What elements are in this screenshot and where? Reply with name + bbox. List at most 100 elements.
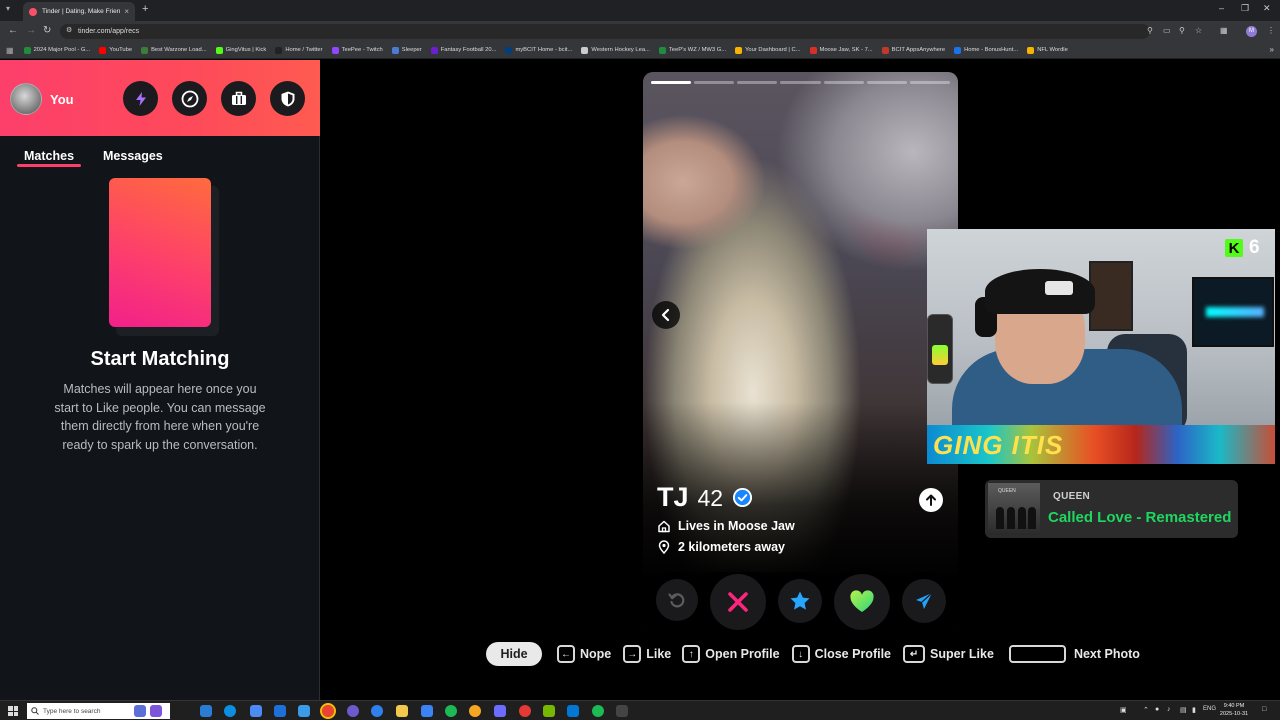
battery-icon[interactable]: ▮ (1192, 706, 1196, 714)
photo-progress-bar[interactable] (651, 81, 692, 84)
tray-icon[interactable]: ▣ (1120, 706, 1127, 714)
photo-progress-bar[interactable] (737, 81, 778, 84)
bookmark-item[interactable]: Sleeper (391, 46, 422, 54)
minimize-icon[interactable]: – (1219, 3, 1224, 13)
tinder-favicon-icon (29, 7, 37, 16)
windows-start-icon[interactable] (8, 706, 18, 716)
spotify-taskbar-icon[interactable] (445, 705, 457, 717)
reload-icon[interactable]: ↻ (43, 25, 51, 36)
app4-taskbar-icon[interactable] (469, 705, 481, 717)
explorer-taskbar-icon[interactable] (396, 705, 408, 717)
boost-send-button[interactable] (902, 579, 946, 623)
rewind-button[interactable] (656, 579, 698, 621)
like-button[interactable] (834, 574, 890, 630)
zoom-icon[interactable]: ⚲ (1179, 26, 1185, 35)
app2-taskbar-icon[interactable] (371, 705, 383, 717)
taskbar-search-input[interactable]: Type here to search (27, 703, 170, 719)
obs-taskbar-icon[interactable] (347, 705, 359, 717)
volume-icon[interactable]: ♪ (1167, 706, 1171, 713)
widgets-taskbar-icon[interactable] (150, 705, 162, 717)
empty-state-title: Start Matching (90, 348, 230, 370)
spotify2-taskbar-icon[interactable] (592, 705, 604, 717)
photo-progress-bar[interactable] (694, 81, 735, 84)
bookmark-label: Your Dashboard | C... (745, 47, 801, 53)
tray-chevron-icon[interactable]: ⌃ (1143, 706, 1149, 714)
bookmark-item[interactable]: TeeP's WZ / MW3 G... (658, 46, 726, 54)
bookmark-item[interactable]: Moose Jaw, SK - 7... (809, 46, 873, 54)
bookmark-item[interactable]: Western Hockey Lea... (581, 46, 650, 54)
location-icon[interactable]: ⚲ (1147, 26, 1153, 35)
open-profile-button[interactable] (919, 488, 943, 512)
photo-progress-bar[interactable] (823, 81, 864, 84)
taskbar-clock[interactable]: 9:40 PM 2025-10-31 (1212, 702, 1256, 718)
restore-icon[interactable]: ❐ (1241, 3, 1249, 14)
mail-taskbar-icon[interactable] (298, 705, 310, 717)
nope-button[interactable] (710, 574, 766, 630)
bookmark-item[interactable]: NFL Wordle (1027, 46, 1068, 54)
nvidia-taskbar-icon[interactable] (543, 705, 555, 717)
bolt-icon (135, 91, 146, 106)
close-window-icon[interactable]: ✕ (1263, 3, 1271, 14)
bookmark-item[interactable]: 2024 Major Pool - G... (23, 46, 90, 54)
bookmark-item[interactable]: Home / Twitter (275, 46, 323, 54)
chrome-taskbar-icon[interactable] (320, 703, 336, 719)
explore-button[interactable] (172, 81, 207, 116)
previous-photo-button[interactable] (652, 301, 680, 329)
cast-icon[interactable]: ▭ (1163, 26, 1171, 35)
bookmark-item[interactable]: Best Warzone Load... (141, 46, 207, 54)
more-bookmarks-icon[interactable]: » (1270, 45, 1274, 54)
edge-taskbar-icon[interactable] (224, 705, 236, 717)
apps-grid-icon[interactable]: ▦ (6, 46, 14, 55)
bookmark-item[interactable]: myBCIT Home - bcit... (505, 46, 572, 54)
copilot-taskbar-icon[interactable] (134, 705, 146, 717)
bookmark-item[interactable]: TeePee - Twitch (331, 46, 383, 54)
browser-profile-avatar[interactable]: M (1246, 26, 1257, 37)
photo-progress-bar[interactable] (866, 81, 907, 84)
vscode-taskbar-icon[interactable] (567, 705, 579, 717)
user-avatar[interactable] (10, 83, 42, 115)
browser-menu-icon[interactable]: ⋮ (1267, 26, 1275, 35)
work-mode-button[interactable] (221, 81, 256, 116)
back-icon[interactable]: ← (8, 25, 18, 36)
notifications-icon[interactable]: □ (1262, 706, 1266, 713)
super-like-button[interactable] (778, 579, 822, 623)
tab-matches[interactable]: Matches (24, 149, 74, 163)
hide-hints-button[interactable]: Hide (486, 642, 542, 666)
extensions-icon[interactable]: ▦ (1220, 26, 1228, 35)
site-info-icon[interactable]: ⚙ (66, 26, 72, 34)
user-label[interactable]: You (50, 92, 74, 107)
store-taskbar-icon[interactable] (274, 705, 286, 717)
bookmark-item[interactable]: Fantasy Football 20... (430, 46, 496, 54)
bookmark-item[interactable]: BCIT AppsAnywhere (881, 46, 945, 54)
app5-taskbar-icon[interactable] (519, 705, 531, 717)
bookmark-star-icon[interactable]: ☆ (1195, 26, 1202, 35)
photo-progress-bar[interactable] (909, 81, 950, 84)
hint-nope-label: Nope (580, 647, 612, 661)
profile-card[interactable]: TJ 42 Lives in Moose Jaw 2 kilometers aw… (643, 72, 958, 632)
tab-search-icon[interactable]: ▾ (6, 4, 10, 13)
photo-progress-bar[interactable] (780, 81, 821, 84)
new-tab-button[interactable]: + (142, 3, 148, 15)
taskview-taskbar-icon[interactable] (200, 705, 212, 717)
bookmark-favicon-icon (658, 46, 666, 54)
tray-app-icon[interactable]: ● (1155, 706, 1159, 713)
space-key-icon (1008, 645, 1066, 663)
bookmark-label: Home - BonusHunt... (964, 47, 1019, 53)
safety-button[interactable] (270, 81, 305, 116)
network-icon[interactable]: ▤ (1180, 706, 1187, 714)
app3-taskbar-icon[interactable] (421, 705, 433, 717)
bookmark-item[interactable]: Home - BonusHunt... (954, 46, 1019, 54)
close-tab-icon[interactable]: × (124, 7, 129, 16)
tab-messages[interactable]: Messages (103, 149, 163, 163)
bookmark-item[interactable]: GingVitus | Kick (215, 46, 266, 54)
forward-icon[interactable]: → (26, 25, 36, 36)
boost-button[interactable] (123, 81, 158, 116)
browser-tab[interactable]: Tinder | Dating, Make Friends & × (23, 2, 135, 21)
bookmark-item[interactable]: Your Dashboard | C... (735, 46, 801, 54)
bookmark-item[interactable]: YouTube (99, 46, 132, 54)
terminal-taskbar-icon[interactable] (616, 705, 628, 717)
hint-next-photo-label: Next Photo (1073, 647, 1140, 661)
address-bar[interactable]: tinder.com/app/recs (60, 24, 1150, 39)
app-taskbar-icon[interactable] (250, 705, 262, 717)
discord-taskbar-icon[interactable] (494, 705, 506, 717)
